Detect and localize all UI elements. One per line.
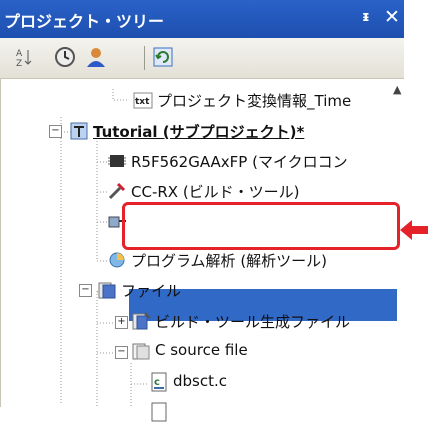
sort-az-icon[interactable]: A Z xyxy=(13,46,35,68)
svg-text:A: A xyxy=(16,49,23,59)
build-tool-icon xyxy=(108,182,126,200)
c-file-icon: c xyxy=(151,372,167,392)
folder-icon xyxy=(132,343,150,360)
collapse-toggle[interactable]: − xyxy=(115,346,128,359)
tree-item-label: ビルド・ツール生成ファイル xyxy=(155,313,351,331)
tree-item-label: dbsct.c xyxy=(173,372,228,390)
tree-item-label: CC-RX (ビルド・ツール) xyxy=(131,183,300,201)
expand-toggle[interactable]: + xyxy=(115,316,128,329)
folder-icon xyxy=(98,282,116,299)
tree-item-label: R5F562GAAxFP (マイクロコン xyxy=(131,153,348,171)
chip-icon xyxy=(108,155,126,167)
close-icon[interactable]: ✕ xyxy=(384,6,400,28)
panel-title-bar: プロジェクト・ツリー ᵻ ✕ xyxy=(0,0,404,38)
svg-text:c: c xyxy=(154,377,160,388)
tree-item-label: Tutorial (サブプロジェクト)* xyxy=(93,123,305,141)
tree-item-label: プロジェクト変換情報_Time xyxy=(157,92,352,110)
scroll-up-arrow[interactable]: ▲ xyxy=(393,83,401,96)
collapse-toggle[interactable]: − xyxy=(79,284,92,297)
highlight-frame xyxy=(122,202,400,250)
toolbar-separator xyxy=(144,46,145,70)
svg-text:Z: Z xyxy=(16,59,22,68)
tree-item-label: プログラム解析 (解析ツール) xyxy=(131,252,328,270)
subproject-icon xyxy=(70,122,88,140)
pin-icon[interactable]: ᵻ xyxy=(362,9,370,25)
generated-folder-icon xyxy=(132,312,151,330)
svg-text:txt: txt xyxy=(135,97,150,107)
panel-title: プロジェクト・ツリー xyxy=(4,12,165,31)
collapse-toggle[interactable]: − xyxy=(49,125,62,138)
txt-file-icon: txt xyxy=(133,92,153,109)
refresh-icon[interactable] xyxy=(152,46,174,68)
clock-icon[interactable] xyxy=(54,46,76,68)
user-icon[interactable] xyxy=(85,46,107,68)
analysis-tool-icon xyxy=(109,252,125,268)
tree-item-label: ファイル xyxy=(121,282,182,300)
callout-arrow-icon xyxy=(400,220,428,240)
toolbar: A Z xyxy=(0,38,404,79)
c-file-icon xyxy=(151,402,167,422)
tree-item-label: C source file xyxy=(155,341,248,359)
project-tree: ▲ txt プロジェクト変換情報_Time − Tutorial (サブプロジェ… xyxy=(0,79,405,422)
